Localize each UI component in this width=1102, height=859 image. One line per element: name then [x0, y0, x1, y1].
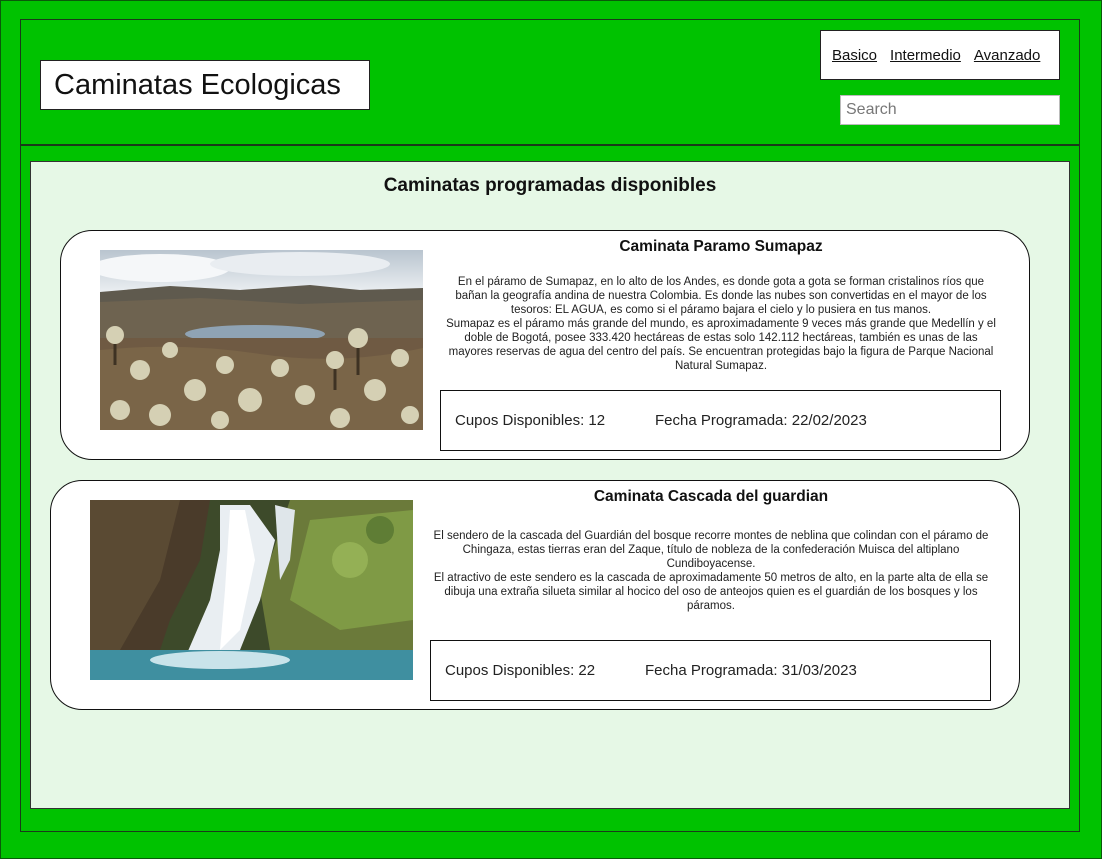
available-spots: Cupos Disponibles: 22: [445, 662, 596, 679]
hike-image-sumapaz: [100, 250, 423, 430]
nav-link-intermedio[interactable]: Intermedio: [890, 47, 961, 64]
hike-title: Caminata Cascada del guardian: [593, 488, 829, 505]
available-spots: Cupos Disponibles: 12: [455, 412, 606, 429]
hike-description-paragraph: El atractivo de este sendero es la casca…: [433, 572, 989, 612]
hike-info-box: Cupos Disponibles: 22 Fecha Programada: …: [430, 640, 991, 701]
hike-title: Caminata Paramo Sumapaz: [619, 238, 823, 255]
hike-info-box: Cupos Disponibles: 12 Fecha Programada: …: [440, 390, 1001, 451]
site-title: Caminatas Ecologicas: [54, 68, 341, 101]
page-title: Caminatas programadas disponibles: [383, 175, 717, 196]
hike-description: El sendero de la cascada del Guardián de…: [431, 529, 991, 613]
nav-link-avanzado[interactable]: Avanzado: [974, 47, 1040, 64]
level-nav: Basico Intermedio Avanzado: [820, 30, 1060, 80]
hike-description: En el páramo de Sumapaz, en lo alto de l…: [441, 275, 1001, 373]
hike-description-paragraph: El sendero de la cascada del Guardián de…: [433, 530, 989, 570]
hike-description-paragraph: Sumapaz es el páramo más grande del mund…: [446, 318, 996, 372]
search-input[interactable]: [841, 97, 1058, 123]
scheduled-date: Fecha Programada: 22/02/2023: [655, 412, 867, 429]
site-logo[interactable]: Caminatas Ecologicas: [40, 60, 370, 110]
nav-link-basico[interactable]: Basico: [832, 47, 877, 64]
hike-image-cascada: [90, 500, 413, 680]
search-bar: [840, 95, 1060, 125]
scheduled-date: Fecha Programada: 31/03/2023: [645, 662, 857, 679]
hike-description-paragraph: En el páramo de Sumapaz, en lo alto de l…: [455, 276, 987, 316]
